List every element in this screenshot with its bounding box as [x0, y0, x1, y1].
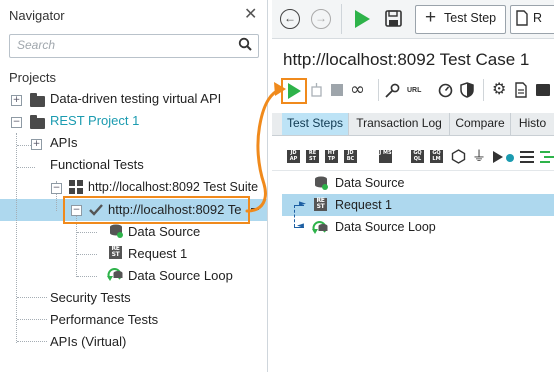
expand-toggle[interactable]: +: [11, 95, 22, 106]
play-step-icon[interactable]: [492, 150, 504, 164]
plus-icon: +: [425, 7, 437, 28]
tree-line: [17, 297, 47, 298]
tab-compare[interactable]: Compare: [450, 113, 511, 135]
data-source-loop-icon: [107, 268, 123, 281]
add-test-step-label: Test Step: [444, 11, 497, 25]
projects-label: Projects: [9, 70, 56, 85]
http-icon[interactable]: HT TP: [325, 150, 338, 163]
close-icon[interactable]: ✕: [244, 4, 257, 24]
arrow-left-icon: ◄: [297, 221, 304, 231]
arrow-right-icon: ►: [299, 199, 306, 209]
toolbar-divider: [341, 4, 342, 34]
dot-icon[interactable]: [506, 154, 514, 162]
list-icon[interactable]: [520, 150, 534, 164]
loop-connector: [294, 205, 296, 227]
graphql-mutation-icon[interactable]: GQ LM: [430, 150, 443, 163]
search-placeholder: Search: [17, 38, 56, 52]
test-case-title: http://localhost:8092 Test Case 1: [283, 50, 530, 69]
run-icon[interactable]: [353, 9, 371, 29]
hexagon-icon[interactable]: [451, 149, 466, 164]
loop-icon[interactable]: ∞: [350, 79, 365, 100]
search-icon[interactable]: [238, 37, 252, 51]
tree-item-project-active[interactable]: REST Project 1: [50, 110, 139, 132]
document-icon: [516, 10, 528, 26]
tree-line: [17, 167, 35, 168]
tree-item-functional-tests[interactable]: Functional Tests: [50, 154, 144, 176]
step-item[interactable]: Data Source: [335, 172, 404, 194]
tree-line: [16, 133, 17, 343]
tree-item-step[interactable]: Data Source Loop: [128, 265, 233, 287]
save-icon[interactable]: [385, 10, 402, 27]
data-source-loop-icon: [312, 221, 328, 234]
graphql-icon[interactable]: GQ QL: [411, 150, 424, 163]
plug-icon[interactable]: ⏚: [472, 146, 486, 166]
indent-icon[interactable]: [540, 150, 554, 164]
gear-icon[interactable]: ⚙: [492, 79, 506, 98]
stop-icon[interactable]: [331, 84, 343, 96]
toolbar-divider: [483, 79, 484, 101]
tree-line: [77, 232, 97, 233]
back-button[interactable]: ←: [280, 9, 300, 29]
divider: [272, 170, 554, 171]
tree-item-apis-virtual[interactable]: APIs (Virtual): [50, 331, 126, 353]
shield-icon[interactable]: [460, 82, 474, 98]
toolbar-divider: [378, 79, 379, 101]
data-source-icon: [110, 224, 123, 238]
tree-line: [17, 319, 47, 320]
gauge-icon[interactable]: [438, 83, 453, 98]
rest-request-icon: RE ST: [109, 246, 122, 259]
tree-line: [77, 276, 97, 277]
expand-toggle[interactable]: +: [31, 139, 42, 150]
rest-request-icon: RE ST: [314, 198, 327, 211]
step-item-selected[interactable]: Request 1: [335, 194, 392, 216]
tab-history[interactable]: Histo: [511, 113, 554, 135]
callout-arrow: [245, 82, 286, 213]
navigator-title: Navigator: [9, 8, 65, 23]
collapse-toggle[interactable]: −: [51, 183, 62, 194]
run-step-icon[interactable]: [309, 83, 324, 98]
tree-item-performance-tests[interactable]: Performance Tests: [50, 309, 158, 331]
report-button-label: R: [533, 11, 543, 25]
tree-item-security-tests[interactable]: Security Tests: [50, 287, 131, 309]
collapse-toggle[interactable]: −: [11, 117, 22, 128]
tree-item-step[interactable]: Request 1: [128, 243, 187, 265]
tree-item-project[interactable]: Data-driven testing virtual API: [50, 88, 221, 110]
tree-line: [17, 341, 47, 342]
document-icon[interactable]: [515, 82, 527, 98]
tab-transaction-log[interactable]: Transaction Log: [349, 113, 450, 135]
highlight-box: [63, 196, 250, 224]
folder-icon: [30, 93, 45, 107]
more-icon[interactable]: [536, 84, 550, 96]
key-icon[interactable]: [385, 83, 400, 98]
rest-icon[interactable]: RE ST: [306, 150, 319, 163]
jms-icon[interactable]: J MS: [379, 150, 392, 163]
step-item[interactable]: Data Source Loop: [335, 216, 436, 238]
tab-test-steps[interactable]: Test Steps: [282, 113, 349, 135]
folder-icon: [30, 115, 45, 129]
jdbc-icon[interactable]: JD BC: [344, 150, 357, 163]
data-source-icon: [315, 176, 328, 190]
tree-item-step[interactable]: Data Source: [128, 221, 200, 243]
url-icon[interactable]: URL: [407, 87, 421, 94]
tree-item-apis[interactable]: APIs: [50, 132, 77, 154]
test-suite-icon: [69, 180, 83, 194]
forward-button[interactable]: →: [311, 9, 331, 29]
tree-line: [77, 254, 97, 255]
